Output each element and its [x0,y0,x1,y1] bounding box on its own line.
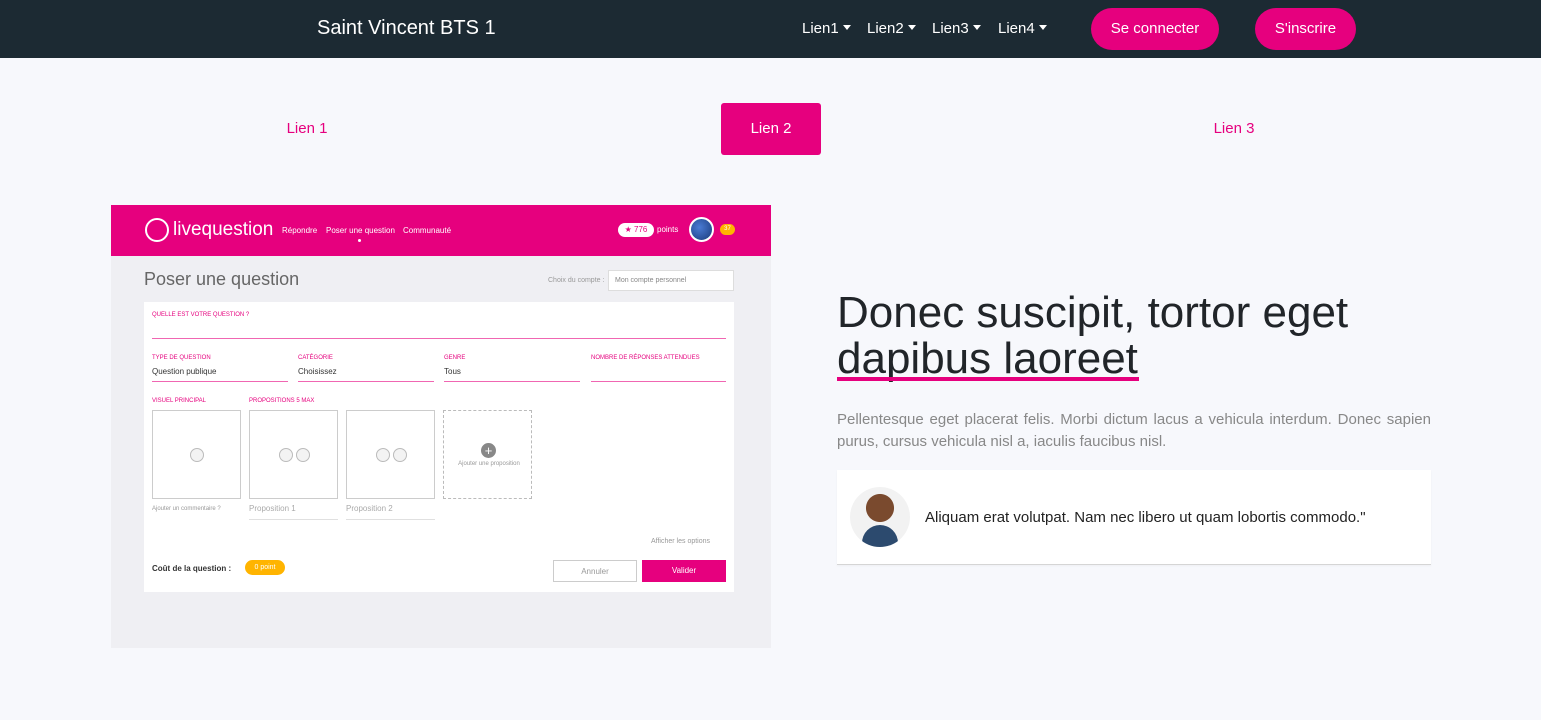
divider [152,381,288,382]
plus-icon: + [481,443,496,458]
mock-image-box [346,410,435,499]
mock-value: Question publique [152,367,217,376]
mock-nav-item: Communauté [403,226,452,235]
mock-add-label: Ajouter une proposition [458,461,520,467]
nav-link-1-label: Lien1 [802,20,839,37]
nav-link-2-label: Lien2 [867,20,904,37]
avatar [689,217,714,242]
divider [249,519,338,520]
mock-points: ★ 776 [618,223,654,237]
mock-label: PROPOSITIONS 5 MAX [249,398,315,404]
caret-down-icon [907,25,916,30]
image-icon [376,448,390,462]
mock-points-label: points [657,225,679,234]
mock-label: QUELLE EST VOTRE QUESTION ? [152,312,250,318]
divider [152,338,726,339]
brand-title[interactable]: Saint Vincent BTS 1 [317,17,496,40]
caret-down-icon [1038,25,1047,30]
mock-label: TYPE DE QUESTION [152,355,211,361]
mock-page-title: Poser une question [144,269,300,289]
nav-link-1[interactable]: Lien1 [802,20,851,37]
mock-options-link: Afficher les options [651,538,711,545]
tab-lien-1[interactable]: Lien 1 [257,103,357,155]
signup-button[interactable]: S'inscrire [1255,8,1356,50]
nav-link-3[interactable]: Lien3 [932,20,981,37]
mock-label: GENRE [444,355,466,361]
mock-label: CATÉGORIE [298,355,333,361]
mock-cost-label: Coût de la question : [152,564,232,573]
divider [346,519,435,520]
mock-account-select: Mon compte personnel [608,270,734,291]
mock-value: Tous [444,367,461,376]
section-heading: Donec suscipit, tortor eget dapibus laor… [837,288,1349,383]
avatar [850,487,910,547]
mock-proposal: Proposition 2 [346,504,393,513]
image-icon [279,448,293,462]
mock-comment-link: Ajouter un commentaire ? [152,506,221,512]
mock-header: livequestion Répondre Poser une question… [111,205,771,256]
mock-image-box [249,410,338,499]
active-dot [358,239,361,242]
caret-down-icon [972,25,981,30]
section-paragraph: Pellentesque eget placerat felis. Morbi … [837,411,1431,450]
mock-nav-item: Poser une question [326,226,395,235]
settings-icon [393,448,407,462]
mock-badge: 37 [720,224,735,235]
testimonial-card: Aliquam erat volutpat. Nam nec libero ut… [837,470,1431,565]
mock-cancel-button: Annuler [553,560,637,582]
mock-validate-button: Valider [642,560,726,582]
mock-nav-item: Répondre [282,226,318,235]
mock-logo: livequestion [173,219,274,240]
login-button[interactable]: Se connecter [1091,8,1219,50]
chat-bubble-icon [145,218,169,242]
tab-lien-3[interactable]: Lien 3 [1184,103,1284,155]
top-navbar: Saint Vincent BTS 1 Lien1 Lien2 Lien3 Li… [0,0,1541,58]
app-screenshot: livequestion Répondre Poser une question… [111,205,771,648]
tab-lien-2[interactable]: Lien 2 [721,103,821,155]
divider [591,381,726,382]
divider [444,381,580,382]
nav-link-3-label: Lien3 [932,20,969,37]
mock-account-label: Choix du compte : [548,277,605,284]
heading-underline [837,377,1139,381]
mock-value: Choisissez [298,367,337,376]
nav-link-2[interactable]: Lien2 [867,20,916,37]
caret-down-icon [842,25,851,30]
mock-cost-badge: 0 point [245,560,285,575]
nav-link-4[interactable]: Lien4 [998,20,1047,37]
testimonial-text: Aliquam erat volutpat. Nam nec libero ut… [925,509,1366,526]
mock-form-card: QUELLE EST VOTRE QUESTION ? TYPE DE QUES… [144,302,734,592]
mock-proposal: Proposition 1 [249,504,296,513]
divider [298,381,434,382]
mock-add-box: + Ajouter une proposition [443,410,532,499]
mock-image-box [152,410,241,499]
mock-label: NOMBRE DE RÉPONSES ATTENDUES [591,355,700,361]
settings-icon [296,448,310,462]
mock-label: VISUEL PRINCIPAL [152,398,207,404]
nav-link-4-label: Lien4 [998,20,1035,37]
image-icon [190,448,204,462]
